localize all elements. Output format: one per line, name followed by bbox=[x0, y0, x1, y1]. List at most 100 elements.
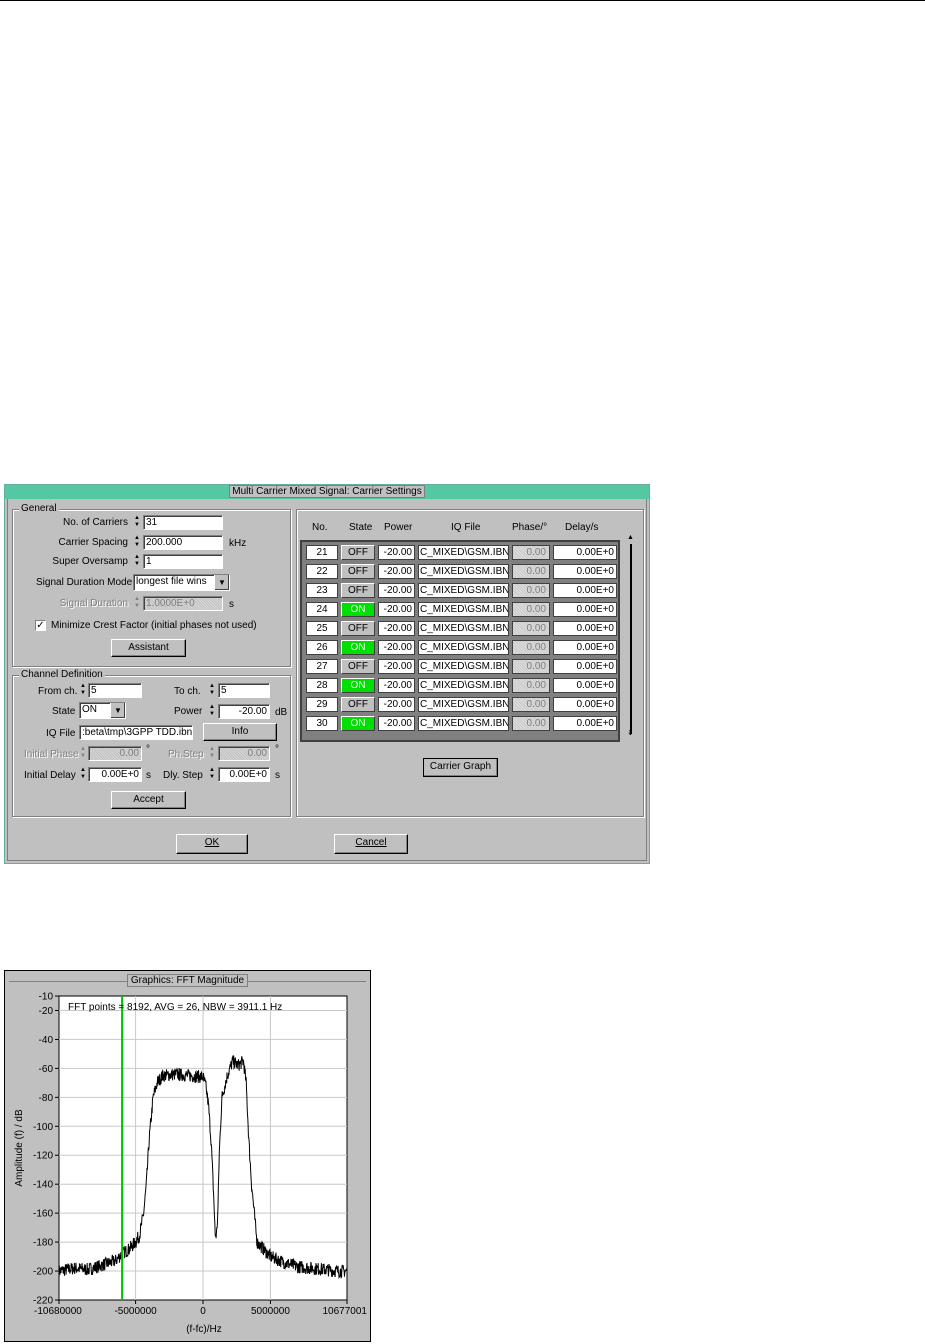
carrier-cell-state[interactable]: OFF bbox=[341, 545, 375, 560]
carrier-cell-delay[interactable]: 0.00E+0 bbox=[553, 545, 617, 560]
carrier-cell-state[interactable]: OFF bbox=[341, 564, 375, 579]
carrier-cell-phase: 0.00 bbox=[512, 545, 550, 560]
carrier-cell-delay[interactable]: 0.00E+0 bbox=[553, 602, 617, 617]
carrier-cell-no[interactable]: 28 bbox=[306, 678, 338, 693]
carrier-cell-file[interactable]: C_MIXED\GSM.IBN bbox=[418, 659, 509, 674]
carrier-cell-file[interactable]: C_MIXED\GSM.IBN bbox=[418, 564, 509, 579]
carrier-cell-delay[interactable]: 0.00E+0 bbox=[553, 678, 617, 693]
carrier-cell-file[interactable]: C_MIXED\GSM.IBN bbox=[418, 583, 509, 598]
carrier-spacing-field[interactable]: 200.000 bbox=[143, 535, 223, 550]
to-ch-field[interactable]: 5 bbox=[218, 683, 270, 698]
info-button[interactable]: Info bbox=[203, 723, 277, 741]
from-ch-spin-icon[interactable]: ▲ ▼ bbox=[79, 683, 87, 698]
carrier-cell-delay[interactable]: 0.00E+0 bbox=[553, 564, 617, 579]
carrier-cell-file[interactable]: C_MIXED\GSM.IBN bbox=[418, 545, 509, 560]
carrier-cell-state[interactable]: OFF bbox=[341, 583, 375, 598]
scroll-up-icon[interactable]: ▲ bbox=[627, 534, 634, 541]
carrier-cell-no[interactable]: 25 bbox=[306, 621, 338, 636]
carrier-cell-state[interactable]: ON bbox=[341, 678, 375, 693]
col-header-iq-file: IQ File bbox=[451, 522, 481, 533]
carrier-cell-no[interactable]: 29 bbox=[306, 697, 338, 712]
carrier-cell-power[interactable]: -20.00 bbox=[378, 678, 415, 693]
table-scrollbar[interactable]: ▲ ⇟ bbox=[627, 534, 635, 742]
super-oversamp-label: Super Oversamp bbox=[52, 556, 128, 567]
ok-button[interactable]: OK bbox=[176, 834, 248, 854]
carrier-cell-delay[interactable]: 0.00E+0 bbox=[553, 640, 617, 655]
carrier-cell-file[interactable]: C_MIXED\GSM.IBN bbox=[418, 602, 509, 617]
y-axis-label: Amplitude (f) / dB bbox=[14, 1109, 25, 1187]
state-select[interactable]: ON ▼ bbox=[79, 702, 126, 719]
carrier-cell-delay[interactable]: 0.00E+0 bbox=[553, 659, 617, 674]
carrier-cell-file[interactable]: C_MIXED\GSM.IBN bbox=[418, 640, 509, 655]
carrier-cell-power[interactable]: -20.00 bbox=[378, 621, 415, 636]
iq-file-field[interactable]: :beta\tmp\3GPP TDD.ibn bbox=[79, 725, 193, 740]
to-ch-spin-icon[interactable]: ▲ ▼ bbox=[208, 683, 216, 698]
num-carriers-field[interactable]: 31 bbox=[143, 515, 223, 530]
y-tick-label: -60 bbox=[39, 1064, 54, 1075]
carrier-cell-power[interactable]: -20.00 bbox=[378, 640, 415, 655]
dly-step-field[interactable]: 0.00E+0 bbox=[218, 767, 270, 782]
carrier-cell-no[interactable]: 23 bbox=[306, 583, 338, 598]
assistant-button[interactable]: Assistant bbox=[111, 639, 186, 657]
y-tick-label: -100 bbox=[33, 1122, 53, 1133]
carrier-cell-state[interactable]: OFF bbox=[341, 659, 375, 674]
carrier-cell-state[interactable]: ON bbox=[341, 640, 375, 655]
initial-delay-spin-icon[interactable]: ▲ ▼ bbox=[79, 767, 87, 782]
carrier-cell-power[interactable]: -20.00 bbox=[378, 564, 415, 579]
carrier-cell-no[interactable]: 27 bbox=[306, 659, 338, 674]
carrier-cell-phase: 0.00 bbox=[512, 640, 550, 655]
carrier-cell-file[interactable]: C_MIXED\GSM.IBN bbox=[418, 678, 509, 693]
cancel-button-label: Cancel bbox=[355, 837, 387, 848]
carrier-cell-no[interactable]: 24 bbox=[306, 602, 338, 617]
carrier-cell-no[interactable]: 30 bbox=[306, 716, 338, 731]
carrier-cell-delay[interactable]: 0.00E+0 bbox=[553, 697, 617, 712]
carrier-graph-button[interactable]: Carrier Graph bbox=[423, 758, 498, 777]
chevron-down-icon[interactable]: ▼ bbox=[214, 575, 229, 590]
carrier-cell-power[interactable]: -20.00 bbox=[378, 583, 415, 598]
super-oversamp-spin-icon[interactable]: ▲ ▼ bbox=[133, 554, 141, 569]
y-tick-label: -40 bbox=[39, 1035, 54, 1046]
carrier-cell-no[interactable]: 21 bbox=[306, 545, 338, 560]
signal-duration-spin-icon: ▲ ▼ bbox=[134, 596, 140, 609]
from-ch-field[interactable]: 5 bbox=[88, 683, 142, 698]
signal-duration-mode-select[interactable]: longest file wins ▼ bbox=[133, 574, 230, 591]
num-carriers-label: No. of Carriers bbox=[62, 517, 128, 528]
carrier-cell-delay[interactable]: 0.00E+0 bbox=[553, 716, 617, 731]
power-field[interactable]: -20.00 bbox=[218, 704, 270, 719]
carrier-cell-file[interactable]: C_MIXED\GSM.IBN bbox=[418, 716, 509, 731]
scroll-bottom-icon[interactable]: ⇟ bbox=[627, 729, 634, 737]
num-carriers-spin-icon[interactable]: ▲ ▼ bbox=[133, 515, 141, 530]
power-spin-icon[interactable]: ▲ ▼ bbox=[208, 704, 216, 719]
carrier-cell-power[interactable]: -20.00 bbox=[378, 659, 415, 674]
carrier-cell-delay[interactable]: 0.00E+0 bbox=[553, 583, 617, 598]
x-tick-label: 0 bbox=[200, 1306, 206, 1317]
carrier-cell-state[interactable]: ON bbox=[341, 716, 375, 731]
carrier-cell-state[interactable]: ON bbox=[341, 602, 375, 617]
ph-step-field: 0.00 bbox=[218, 746, 270, 761]
x-tick-label: -5000000 bbox=[114, 1306, 157, 1317]
carrier-spacing-spin-icon[interactable]: ▲ ▼ bbox=[133, 535, 141, 550]
chevron-down-icon[interactable]: ▼ bbox=[110, 703, 125, 718]
carrier-cell-power[interactable]: -20.00 bbox=[378, 545, 415, 560]
carrier-cell-power[interactable]: -20.00 bbox=[378, 602, 415, 617]
carrier-cell-power[interactable]: -20.00 bbox=[378, 697, 415, 712]
super-oversamp-field[interactable]: 1 bbox=[143, 554, 223, 569]
initial-phase-field: 0.00 bbox=[88, 746, 142, 761]
accept-button[interactable]: Accept bbox=[111, 791, 186, 809]
carrier-cell-phase: 0.00 bbox=[512, 583, 550, 598]
carrier-cell-state[interactable]: OFF bbox=[341, 621, 375, 636]
dly-step-spin-icon[interactable]: ▲ ▼ bbox=[208, 767, 216, 782]
carrier-cell-power[interactable]: -20.00 bbox=[378, 716, 415, 731]
carrier-cell-delay[interactable]: 0.00E+0 bbox=[553, 621, 617, 636]
carrier-cell-file[interactable]: C_MIXED\GSM.IBN bbox=[418, 621, 509, 636]
scroll-track[interactable] bbox=[630, 544, 632, 734]
minimize-crest-checkbox[interactable]: ✓ bbox=[35, 620, 46, 631]
initial-delay-field[interactable]: 0.00E+0 bbox=[88, 767, 142, 782]
carrier-cell-no[interactable]: 26 bbox=[306, 640, 338, 655]
carrier-cell-file[interactable]: C_MIXED\GSM.IBN bbox=[418, 697, 509, 712]
carrier-cell-state[interactable]: OFF bbox=[341, 697, 375, 712]
cancel-button[interactable]: Cancel bbox=[334, 834, 408, 854]
carrier-cell-no[interactable]: 22 bbox=[306, 564, 338, 579]
dialog-title-bar[interactable]: Multi Carrier Mixed Signal: Carrier Sett… bbox=[5, 485, 649, 499]
state-label: State bbox=[52, 706, 76, 717]
